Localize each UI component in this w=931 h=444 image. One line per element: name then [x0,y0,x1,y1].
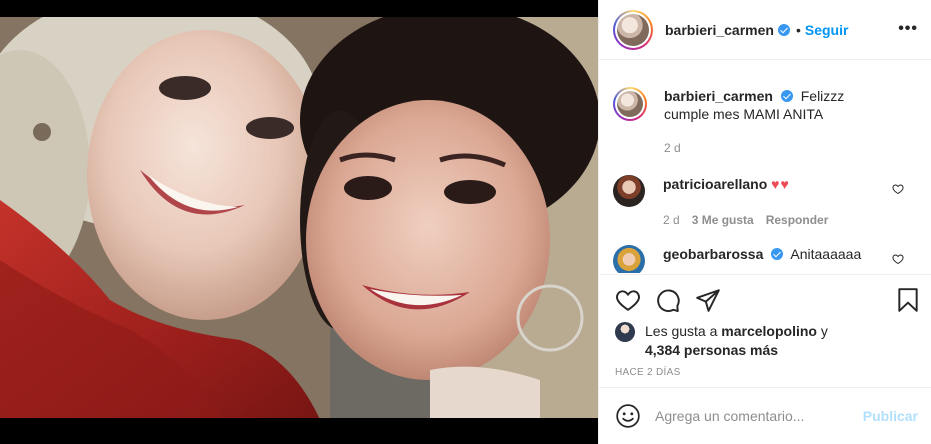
author-avatar-frame [615,11,651,48]
comment-body: patricioarellano ♥♥ 2 d 3 Me gusta Respo… [663,175,883,229]
likes-prefix: Les gusta a [645,323,718,339]
likes-summary: Les gusta a marcelopolino y 4,384 person… [615,322,828,360]
comment-item: geobarbarossa Anitaaaaaa [613,245,918,273]
verified-icon [771,248,784,260]
comment-username[interactable]: geobarbarossa [663,246,763,262]
comment-text: ♥♥ [771,176,790,192]
header-separator: • [795,21,801,38]
comment-like-heart-icon[interactable] [892,183,904,195]
liker-avatar[interactable] [615,322,635,342]
heart-icon[interactable] [615,287,641,313]
comment-text: Anitaaaaaa [790,246,862,262]
comment-body: geobarbarossa Anitaaaaaa [663,245,883,273]
likes-joiner: y [820,323,828,339]
likes-text: Les gusta a marcelopolino y 4,384 person… [645,322,828,360]
comment-time[interactable]: 2 d [663,211,680,229]
verified-icon [777,23,790,36]
post-photo-image [0,0,598,444]
add-comment-bar: Publicar [599,387,931,444]
comments-list[interactable]: barbieri_carmen Felizzz cumple mes MAMI … [599,61,931,273]
caption-time[interactable]: 2 d [664,139,681,157]
author-avatar-image [617,13,649,46]
reply-button[interactable]: Responder [766,211,829,229]
post-photo[interactable] [0,0,598,444]
post-timestamp[interactable]: HACE 2 DÍAS [615,367,681,378]
bookmark-icon[interactable] [895,287,921,313]
comment-meta: 2 d 3 Me gusta Responder [663,211,883,229]
liker-username[interactable]: marcelopolino [721,323,817,339]
caption-username[interactable]: barbieri_carmen [664,88,773,104]
share-icon[interactable] [695,287,721,313]
photo-border-bottom [0,418,598,444]
follow-button[interactable]: Seguir [805,22,849,38]
author-avatar[interactable] [613,9,653,50]
caption-avatar[interactable] [613,87,647,121]
caption-item: barbieri_carmen Felizzz cumple mes MAMI … [613,87,918,157]
comment-like-heart-icon[interactable] [892,253,904,265]
caption-body: barbieri_carmen Felizzz cumple mes MAMI … [664,87,884,157]
comment-input[interactable] [655,405,855,427]
verified-icon [780,90,793,102]
post-actions: Les gusta a marcelopolino y 4,384 person… [599,274,931,384]
comment-likes[interactable]: 3 Me gusta [692,211,754,229]
caption-avatar-image [617,91,643,117]
comment-item: patricioarellano ♥♥ 2 d 3 Me gusta Respo… [613,175,918,229]
comment-avatar[interactable] [613,245,645,273]
post-side-panel: barbieri_carmen • Seguir ••• barbieri_ca… [598,0,931,444]
more-icon[interactable]: ••• [898,20,918,38]
comment-username[interactable]: patricioarellano [663,176,767,192]
post-header: barbieri_carmen • Seguir ••• [599,0,931,60]
caption-avatar-frame [615,89,645,119]
likes-count[interactable]: 4,384 personas más [645,342,778,358]
caption-meta: 2 d [664,139,884,157]
publish-button[interactable]: Publicar [863,408,918,424]
comment-icon[interactable] [655,287,681,313]
comment-avatar[interactable] [613,175,645,207]
author-username[interactable]: barbieri_carmen [665,22,774,38]
emoji-icon[interactable] [615,403,641,429]
photo-border-top [0,0,598,17]
